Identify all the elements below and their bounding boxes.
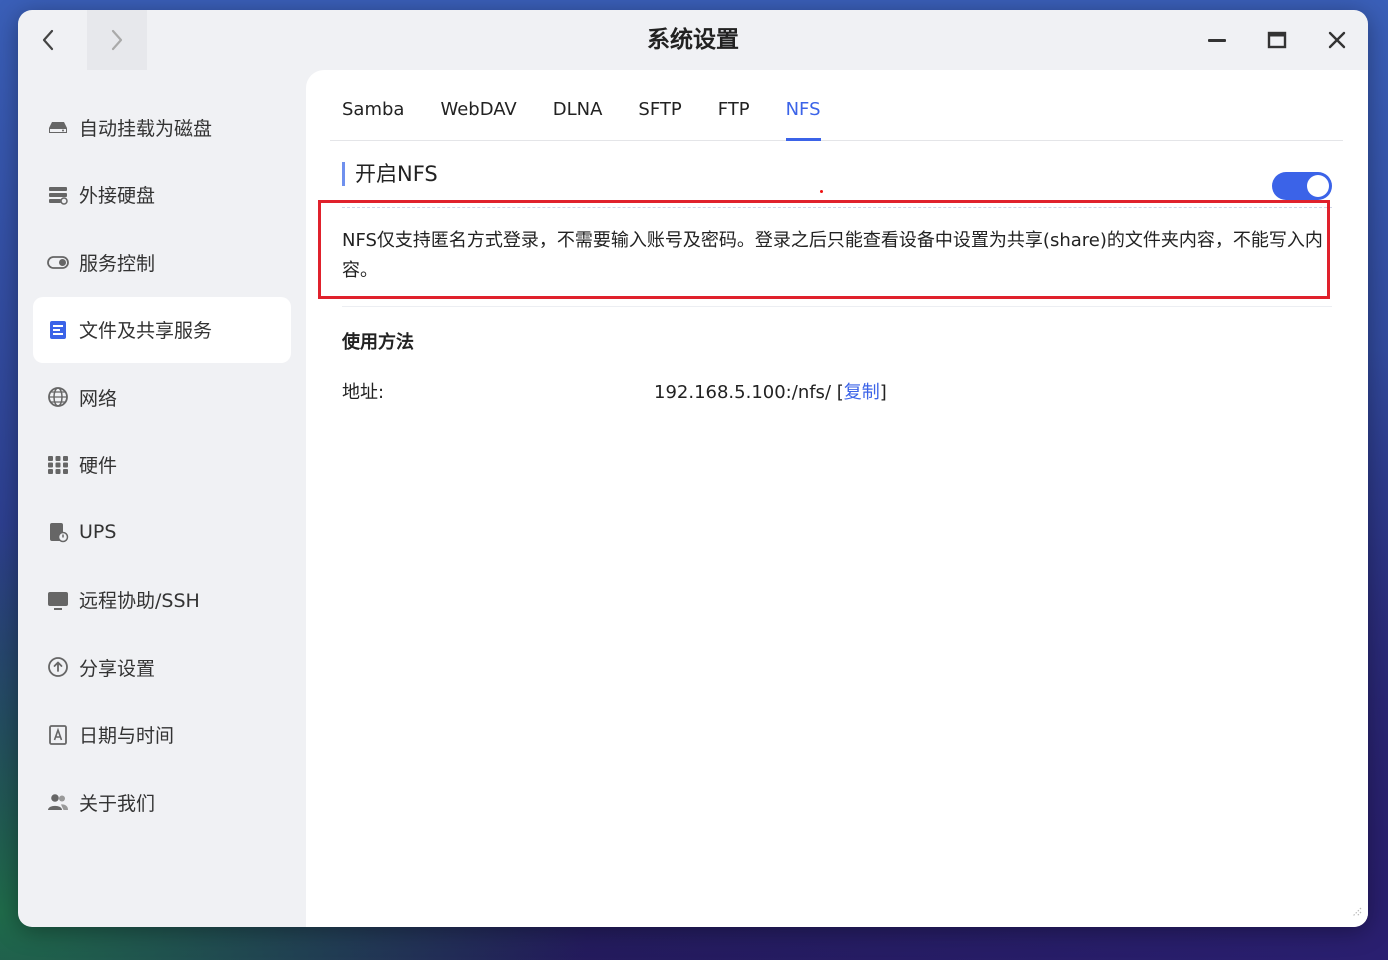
sidebar-item-label: 硬件 — [79, 455, 118, 477]
address-value: 192.168.5.100:/nfs/ — [654, 382, 832, 403]
sidebar-item-ups[interactable]: UPS — [33, 499, 291, 565]
sidebar-item-label: 外接硬盘 — [79, 185, 156, 207]
tab-sftp[interactable]: SFTP — [626, 70, 693, 140]
sidebar-item-external-disk[interactable]: 外接硬盘 — [33, 162, 291, 228]
annotation-dot — [820, 190, 823, 193]
sidebar-item-service-control[interactable]: 服务控制 — [33, 229, 291, 295]
title-bar: 系统设置 — [18, 10, 1368, 70]
chevron-right-icon — [111, 29, 123, 51]
maximize-button[interactable] — [1257, 20, 1297, 60]
globe-icon — [47, 386, 69, 408]
usage-title: 使用方法 — [342, 332, 414, 353]
sidebar-item-about-us[interactable]: 关于我们 — [33, 769, 291, 835]
resize-grip-icon[interactable] — [1350, 902, 1362, 921]
annotation-highlight-box — [318, 200, 1330, 299]
remote-icon — [47, 589, 69, 611]
external-disk-icon — [47, 184, 69, 206]
sidebar: 自动挂载为磁盘 外接硬盘 服务控制 文件及共享服务 网络 硬件 UPS 远程协助… — [33, 94, 291, 837]
settings-window: 系统设置 自动挂载为磁盘 外接硬盘 服务控制 文件及共享服务 网络 硬件 UPS… — [18, 10, 1368, 927]
sidebar-item-label: 服务控制 — [79, 252, 156, 275]
sidebar-item-auto-mount[interactable]: 自动挂载为磁盘 — [33, 94, 291, 160]
sidebar-item-label: 分享设置 — [79, 657, 156, 680]
sidebar-item-label: 关于我们 — [79, 792, 156, 815]
copy-bracket-close: ] — [879, 382, 887, 403]
toggle-icon — [47, 251, 69, 273]
sidebar-item-network[interactable]: 网络 — [33, 364, 291, 430]
sidebar-item-hardware[interactable]: 硬件 — [33, 432, 291, 498]
sidebar-item-label: 自动挂载为磁盘 — [79, 117, 213, 140]
sidebar-item-share-settings[interactable]: 分享设置 — [33, 634, 291, 700]
minimize-button[interactable] — [1197, 20, 1237, 60]
users-icon — [47, 791, 69, 813]
sidebar-item-label: 文件及共享服务 — [79, 320, 213, 342]
tab-samba[interactable]: Samba — [330, 70, 416, 140]
back-button[interactable] — [18, 10, 78, 70]
nfs-section-title: 开启NFS — [342, 162, 438, 186]
sidebar-item-label: UPS — [79, 521, 117, 543]
copy-bracket-open: [ — [836, 382, 844, 403]
sidebar-item-label: 日期与时间 — [79, 725, 175, 747]
forward-button[interactable] — [87, 10, 147, 70]
maximize-icon — [1267, 31, 1287, 49]
file-share-icon — [47, 319, 69, 341]
close-icon — [1328, 31, 1346, 49]
share-icon — [47, 656, 69, 678]
grid-icon — [47, 454, 69, 476]
address-label: 地址: — [342, 382, 385, 403]
chevron-left-icon — [42, 29, 54, 51]
tab-ftp[interactable]: FTP — [706, 70, 762, 140]
sidebar-item-file-share[interactable]: 文件及共享服务 — [33, 296, 291, 363]
drive-icon — [47, 116, 69, 138]
sidebar-item-date-time[interactable]: 日期与时间 — [33, 702, 291, 768]
window-title: 系统设置 — [647, 27, 739, 53]
close-button[interactable] — [1317, 20, 1357, 60]
sidebar-item-label: 网络 — [79, 387, 118, 410]
content-divider — [342, 306, 1332, 307]
ups-icon — [47, 521, 69, 543]
tab-webdav[interactable]: WebDAV — [428, 70, 528, 140]
tab-dlna[interactable]: DLNA — [541, 70, 615, 140]
copy-link[interactable]: 复制 — [844, 382, 880, 403]
tab-nfs[interactable]: NFS — [774, 70, 833, 141]
sidebar-item-label: 远程协助/SSH — [79, 590, 200, 612]
address-row: 192.168.5.100:/nfs/ [复制] — [654, 378, 887, 404]
minimize-icon — [1208, 39, 1226, 42]
calendar-icon — [47, 724, 69, 746]
toggle-knob — [1307, 175, 1329, 197]
tab-bar: Samba WebDAV DLNA SFTP FTP NFS — [330, 70, 1343, 141]
sidebar-item-remote-ssh[interactable]: 远程协助/SSH — [33, 567, 291, 633]
nfs-enable-toggle[interactable] — [1272, 172, 1332, 200]
content-panel: Samba WebDAV DLNA SFTP FTP NFS 开启NFS NFS… — [306, 70, 1368, 927]
